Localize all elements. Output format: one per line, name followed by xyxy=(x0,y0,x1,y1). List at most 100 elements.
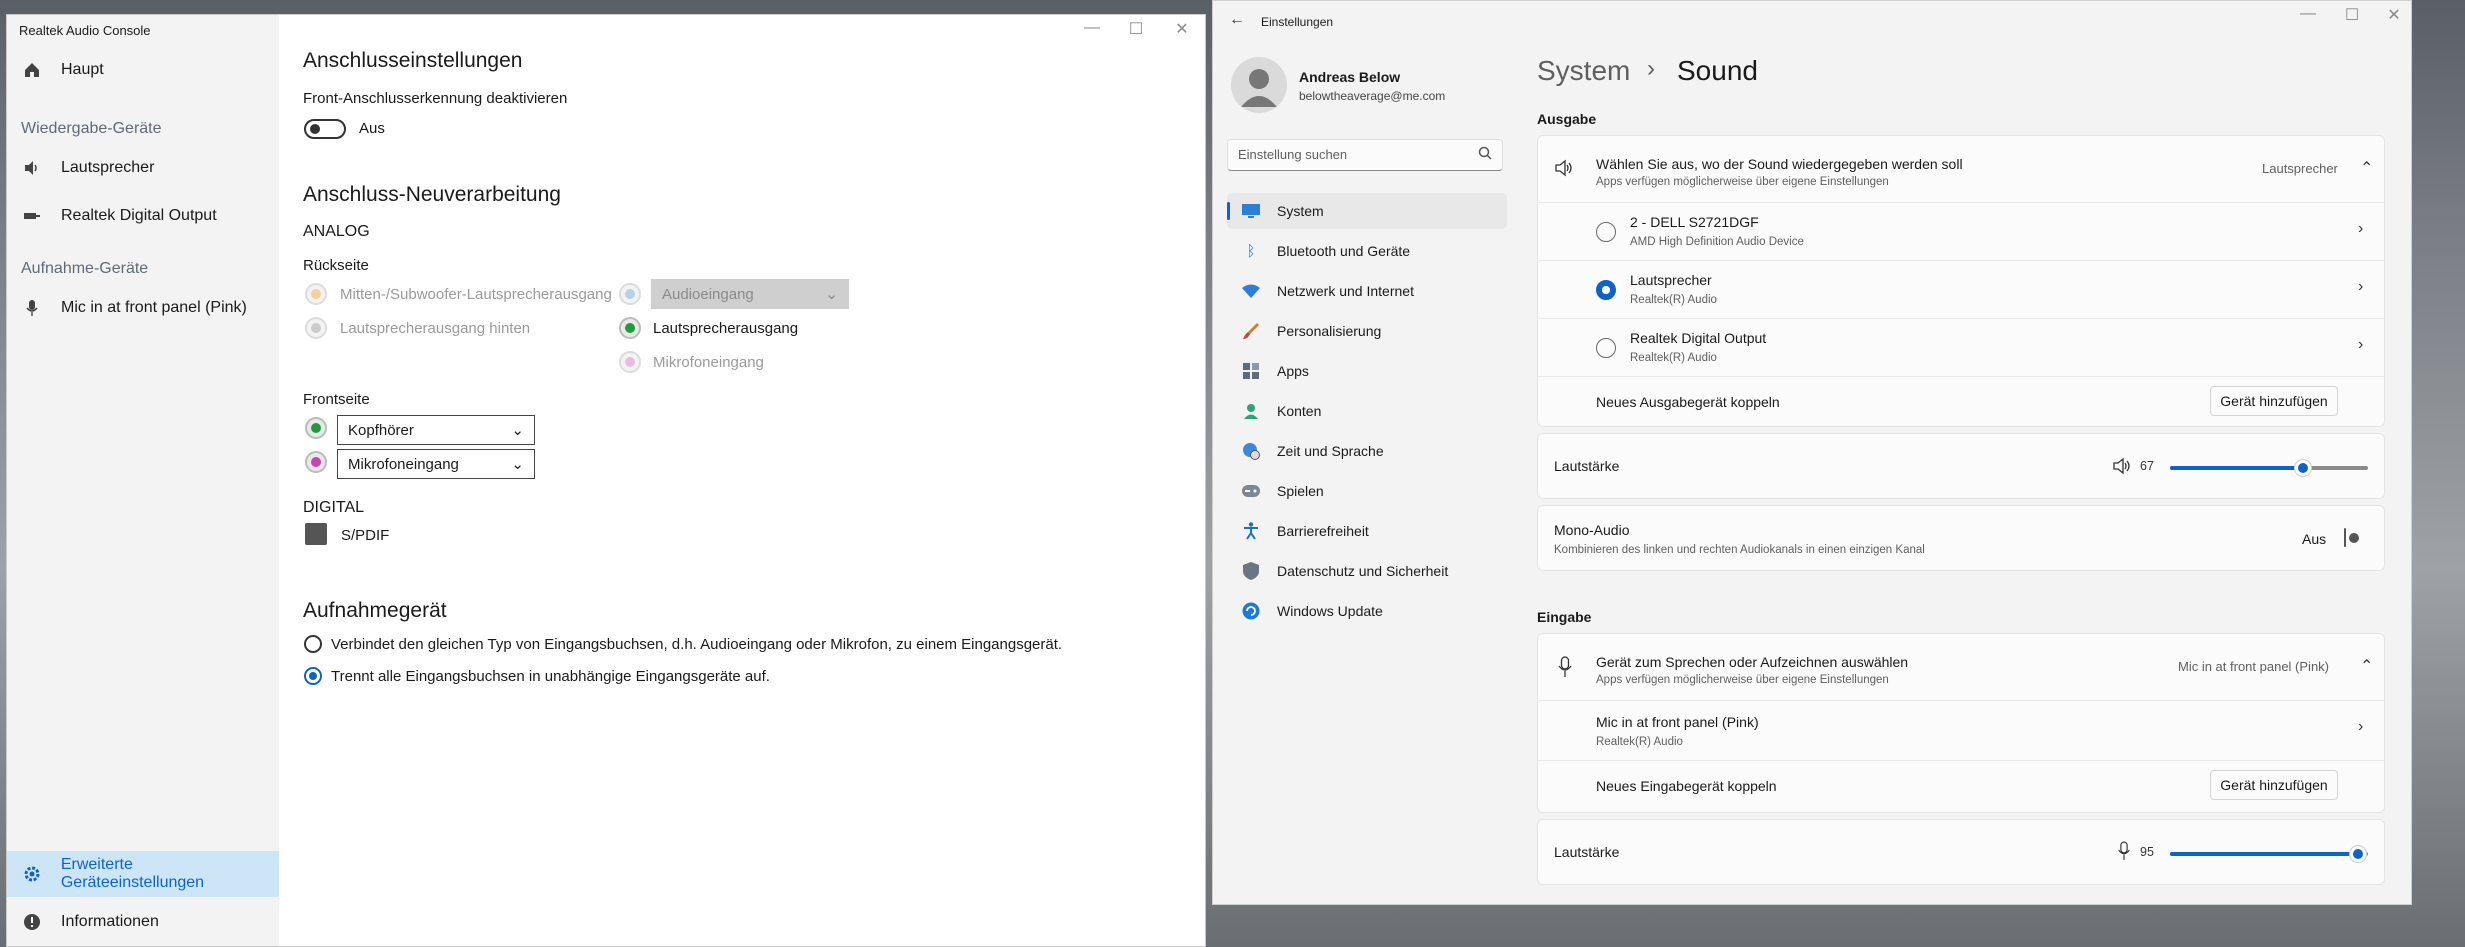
output-volume-slider[interactable] xyxy=(2170,459,2368,477)
chevron-down-icon: ⌄ xyxy=(511,456,524,473)
nav-info[interactable]: Informationen xyxy=(7,899,279,945)
rec-option1-radio[interactable] xyxy=(304,635,322,653)
input-choose-row[interactable]: Gerät zum Sprechen oder Aufzeichnen ausw… xyxy=(1538,634,2384,701)
speaker-icon xyxy=(1554,158,1574,183)
rear-center-sub-label: Mitten-/Subwoofer-Lautsprecherausgang xyxy=(340,286,612,303)
output-device-radio[interactable] xyxy=(1596,280,1616,300)
mono-audio-sub: Kombinieren des linken und rechten Audio… xyxy=(1554,544,1925,556)
shield-icon xyxy=(1241,561,1261,581)
front-jack2-select[interactable]: Mikrofoneingang ⌄ xyxy=(337,449,535,479)
nav-windows-update[interactable]: Windows Update xyxy=(1227,593,1507,629)
nav-apps[interactable]: Apps xyxy=(1227,353,1507,389)
monitor-icon xyxy=(1241,201,1261,221)
output-device-row[interactable]: Lautsprecher Realtek(R) Audio › xyxy=(1538,260,2384,319)
input-volume-thumb[interactable] xyxy=(2349,845,2368,863)
avatar[interactable] xyxy=(1231,57,1287,113)
nav-gaming[interactable]: Spielen xyxy=(1227,473,1507,509)
mono-audio-toggle[interactable] xyxy=(2344,528,2359,547)
speaker-icon xyxy=(21,157,43,179)
close-button[interactable]: ✕ xyxy=(1167,19,1197,39)
output-device-sub: Realtek(R) Audio xyxy=(1630,294,1717,306)
apps-icon xyxy=(1241,361,1261,381)
chevron-right-icon: › xyxy=(2358,278,2364,295)
add-output-device-button[interactable]: Gerät hinzufügen xyxy=(2210,386,2338,416)
output-choose-title: Wählen Sie aus, wo der Sound wiedergegeb… xyxy=(1596,156,1963,172)
nav-system[interactable]: System xyxy=(1227,193,1507,229)
output-device-row[interactable]: Realtek Digital Output Realtek(R) Audio … xyxy=(1538,318,2384,377)
input-choose-sub: Apps verfügen möglicherweise über eigene… xyxy=(1596,674,1889,686)
maximize-button[interactable]: ☐ xyxy=(2337,5,2367,25)
digital-label: DIGITAL xyxy=(303,499,365,516)
nav-accessibility[interactable]: Barrierefreiheit xyxy=(1227,513,1507,549)
front-detect-toggle[interactable] xyxy=(304,119,346,139)
output-device-name: Lautsprecher xyxy=(1630,272,1712,288)
breadcrumb-separator: › xyxy=(1647,55,1655,82)
output-volume-card: Lautstärke 67 xyxy=(1537,433,2385,499)
nav-bluetooth[interactable]: ᛒ Bluetooth und Geräte xyxy=(1227,233,1507,269)
rear-jack-gray-icon xyxy=(305,317,327,339)
nav-speakers-label: Lautsprecher xyxy=(61,159,155,176)
chevron-right-icon: › xyxy=(2358,718,2364,735)
page-title: Sound xyxy=(1677,55,1758,86)
home-icon xyxy=(21,59,43,81)
rear-label: Rückseite xyxy=(303,257,369,274)
output-volume-thumb[interactable] xyxy=(2293,459,2312,477)
rec-option1-label: Verbindet den gleichen Typ von Eingangsb… xyxy=(331,636,1063,653)
gear-icon xyxy=(21,863,43,885)
add-input-device-button[interactable]: Gerät hinzufügen xyxy=(2210,770,2338,800)
wifi-icon xyxy=(1241,281,1261,301)
output-device-row[interactable]: 2 - DELL S2721DGF AMD High Definition Au… xyxy=(1538,202,2384,261)
info-icon xyxy=(21,911,43,933)
output-device-radio[interactable] xyxy=(1596,222,1616,242)
rear-back-label: Lautsprecherausgang hinten xyxy=(340,320,531,337)
output-device-radio[interactable] xyxy=(1596,338,1616,358)
back-arrow-icon[interactable]: ← xyxy=(1229,11,1245,29)
nav-accounts[interactable]: Konten xyxy=(1227,393,1507,429)
pair-input-row: Neues Eingabegerät koppeln Gerät hinzufü… xyxy=(1538,760,2384,812)
nav-gaming-label: Spielen xyxy=(1277,483,1324,499)
output-choose-row[interactable]: Wählen Sie aus, wo der Sound wiedergegeb… xyxy=(1538,136,2384,203)
close-button[interactable]: ✕ xyxy=(2379,5,2409,25)
heading-connector-settings: Anschlusseinstellungen xyxy=(303,49,523,72)
digital-output-icon xyxy=(21,205,43,227)
chevron-up-icon: ⌃ xyxy=(2360,160,2374,177)
input-choose-title: Gerät zum Sprechen oder Aufzeichnen ausw… xyxy=(1596,654,1909,670)
maximize-button[interactable]: ☐ xyxy=(1121,19,1151,39)
nav-main[interactable]: Haupt xyxy=(7,47,279,93)
input-volume-value: 95 xyxy=(2140,845,2154,859)
nav-personalization-label: Personalisierung xyxy=(1277,323,1382,339)
mono-audio-card: Mono-Audio Kombinieren des linken und re… xyxy=(1537,505,2385,571)
mono-audio-title: Mono-Audio xyxy=(1554,522,1630,538)
output-volume-fill xyxy=(2170,466,2303,470)
analog-label: ANALOG xyxy=(303,223,370,240)
section-playback-devices: Wiedergabe-Geräte xyxy=(21,120,162,137)
front-jack1-select-value: Kopfhörer xyxy=(348,421,414,439)
nav-mic-front-label: Mic in at front panel (Pink) xyxy=(61,299,247,316)
input-volume-slider[interactable] xyxy=(2170,845,2368,863)
nav-privacy-label: Datenschutz und Sicherheit xyxy=(1277,563,1449,579)
breadcrumb-parent[interactable]: System xyxy=(1537,55,1630,87)
input-device-row[interactable]: Mic in at front panel (Pink) Realtek(R) … xyxy=(1538,700,2384,761)
rear-jack-green-icon xyxy=(619,317,641,339)
rec-option2-label: Trennt alle Eingangsbuchsen in unabhängi… xyxy=(331,668,770,685)
output-volume-value: 67 xyxy=(2140,459,2154,473)
nav-mic-front[interactable]: Mic in at front panel (Pink) xyxy=(7,285,279,331)
gamepad-icon xyxy=(1241,481,1261,501)
bluetooth-icon: ᛒ xyxy=(1246,242,1256,260)
minimize-button[interactable]: — xyxy=(2293,5,2323,23)
front-detect-label: Front-Anschlusserkennung deaktivieren xyxy=(303,90,568,107)
search-icon xyxy=(1478,146,1492,163)
nav-speakers[interactable]: Lautsprecher xyxy=(7,145,279,191)
settings-window: ← Einstellungen — ☐ ✕ Andreas Below belo… xyxy=(1212,0,2412,905)
front-jack1-select[interactable]: Kopfhörer ⌄ xyxy=(337,415,535,445)
nav-network[interactable]: Netzwerk und Internet xyxy=(1227,273,1507,309)
output-device-sub: AMD High Definition Audio Device xyxy=(1630,236,1804,248)
nav-time-language[interactable]: Zeit und Sprache xyxy=(1227,433,1507,469)
rec-option2-radio[interactable] xyxy=(304,667,322,685)
nav-advanced-device-settings[interactable]: Erweiterte Geräteeinstellungen xyxy=(7,851,279,897)
search-input[interactable]: Einstellung suchen xyxy=(1227,139,1503,171)
minimize-button[interactable]: — xyxy=(1077,19,1107,37)
nav-digital-output[interactable]: Realtek Digital Output xyxy=(7,193,279,239)
nav-privacy[interactable]: Datenschutz und Sicherheit xyxy=(1227,553,1507,589)
nav-personalization[interactable]: Personalisierung xyxy=(1227,313,1507,349)
